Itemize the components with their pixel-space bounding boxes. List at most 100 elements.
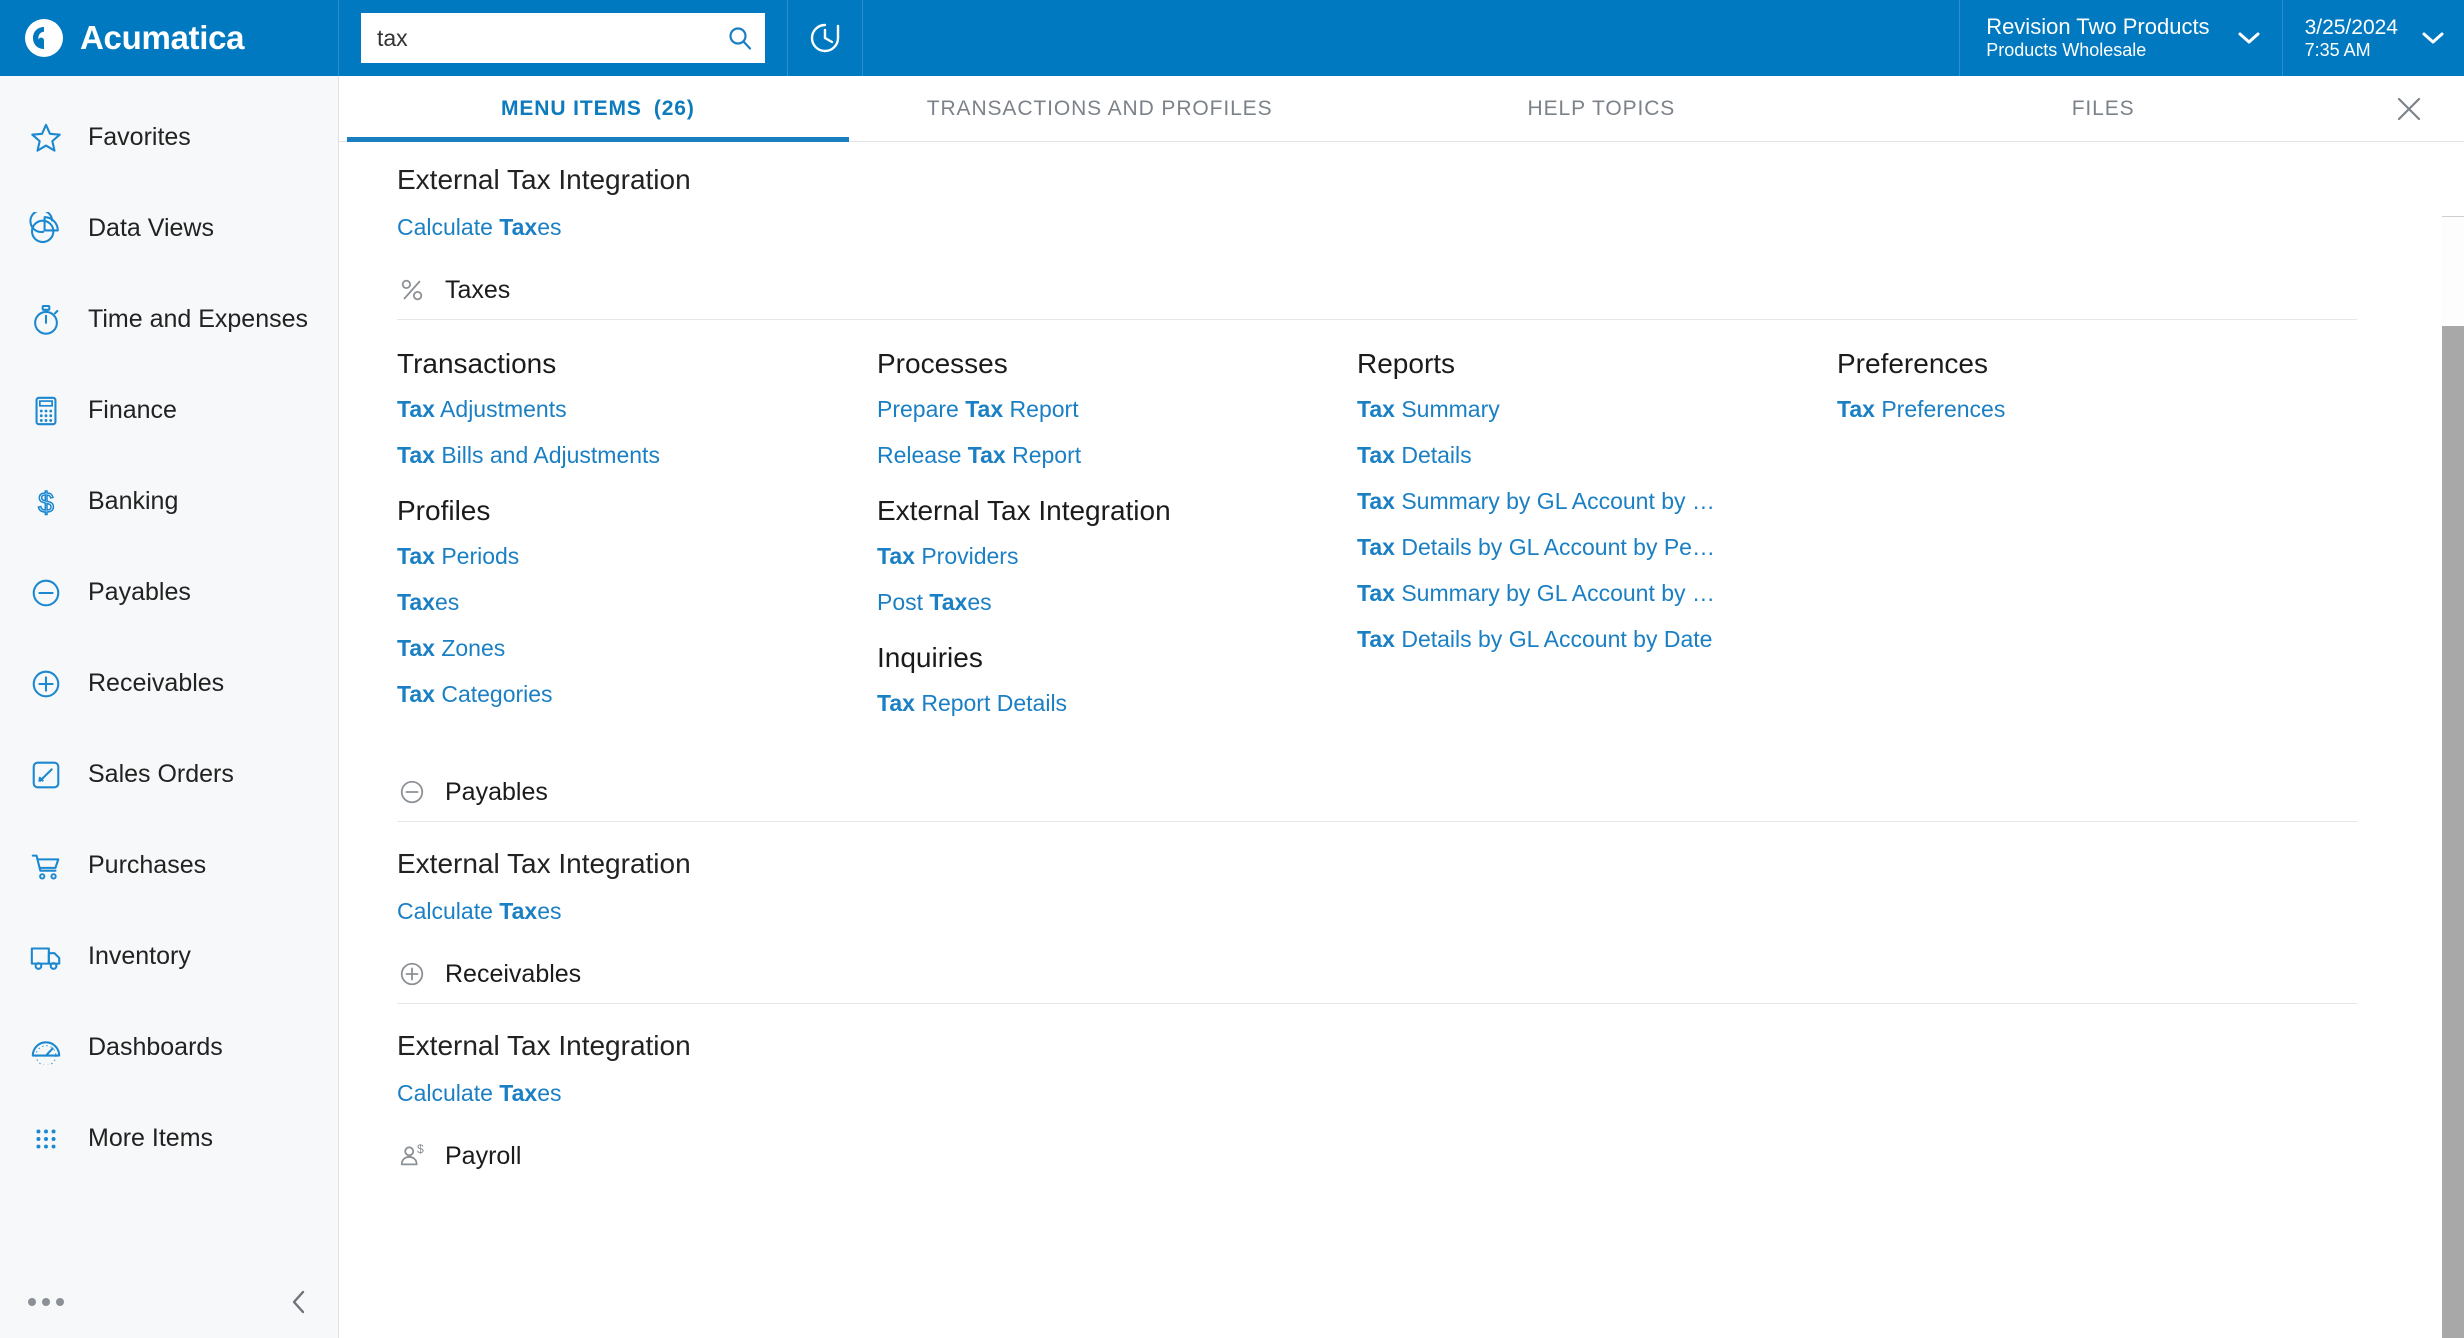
acumatica-app: Acumatica tax Revision Two Products Prod… bbox=[0, 0, 2464, 1338]
sidebar-item-receivables[interactable]: Receivables bbox=[0, 638, 338, 729]
link-match: Tax bbox=[499, 214, 538, 240]
link-match: Tax bbox=[397, 589, 435, 615]
results-column: Preferences Tax Preferences bbox=[1837, 348, 2317, 743]
company-branch: Products Wholesale bbox=[1986, 40, 2147, 61]
result-link-row: Tax Summary by GL Account by … bbox=[1357, 488, 1837, 515]
sidebar-item-finance[interactable]: Finance bbox=[0, 365, 338, 456]
tab-files[interactable]: FILES bbox=[1852, 76, 2354, 141]
current-time: 7:35 AM bbox=[2304, 39, 2371, 60]
clock-history-icon bbox=[807, 20, 843, 56]
tab-help-topics[interactable]: HELP TOPICS bbox=[1351, 76, 1853, 141]
result-link[interactable]: Tax Details by GL Account by Date bbox=[1357, 626, 1787, 653]
sidebar-item-dashboards[interactable]: Dashboards bbox=[0, 1002, 338, 1093]
search-input[interactable] bbox=[377, 24, 727, 52]
link-match: Tax bbox=[397, 396, 435, 422]
result-link[interactable]: Tax Zones bbox=[397, 635, 827, 662]
result-group: Inquiries Tax Report Details bbox=[877, 642, 1357, 717]
result-link-row: Tax Report Details bbox=[877, 690, 1357, 717]
tab-label: HELP TOPICS bbox=[1527, 96, 1676, 120]
sidebar-item-more-items[interactable]: More Items bbox=[0, 1093, 338, 1184]
result-link[interactable]: Tax Report Details bbox=[877, 690, 1307, 717]
result-link[interactable]: Calculate Taxes bbox=[397, 898, 562, 924]
tab-transactions-and-profiles[interactable]: TRANSACTIONS AND PROFILES bbox=[849, 76, 1351, 141]
sidebar-item-label: Payables bbox=[88, 578, 191, 606]
scrollbar-thumb[interactable] bbox=[2442, 216, 2464, 326]
ellipsis-icon[interactable] bbox=[28, 1298, 64, 1306]
tab-label: TRANSACTIONS AND PROFILES bbox=[926, 96, 1273, 120]
link-post: es bbox=[537, 898, 562, 924]
result-link[interactable]: Tax Adjustments bbox=[397, 396, 827, 423]
result-link[interactable]: Tax Summary bbox=[1357, 396, 1787, 423]
result-link[interactable]: Taxes bbox=[397, 589, 827, 616]
sidebar-item-purchases[interactable]: Purchases bbox=[0, 820, 338, 911]
group-heading: Transactions bbox=[397, 348, 557, 379]
app-body: Favorites Data Views Time and Expenses F… bbox=[0, 76, 2464, 1338]
link-post: Details by GL Account by Date bbox=[1394, 626, 1713, 652]
results-block-receivables: External Tax Integration Calculate Taxes bbox=[397, 1030, 2404, 1107]
date-time-selector[interactable]: 3/25/2024 7:35 AM bbox=[2281, 0, 2464, 76]
results-column: Processes Prepare Tax Report Release Tax… bbox=[877, 348, 1357, 743]
chevron-left-icon[interactable] bbox=[288, 1288, 310, 1316]
results-inner: External Tax Integration Calculate Taxes bbox=[339, 142, 2464, 1185]
sidebar-item-sales-orders[interactable]: Sales Orders bbox=[0, 729, 338, 820]
result-link[interactable]: Tax Bills and Adjustments bbox=[397, 442, 827, 469]
close-search-button[interactable] bbox=[2354, 76, 2464, 141]
company-selector[interactable]: Revision Two Products Products Wholesale bbox=[1959, 0, 2281, 76]
result-link[interactable]: Calculate Taxes bbox=[397, 1080, 562, 1106]
sidebar-item-data-views[interactable]: Data Views bbox=[0, 183, 338, 274]
vertical-scrollbar[interactable] bbox=[2442, 142, 2464, 1338]
link-match: Tax bbox=[397, 442, 435, 468]
section-header-receivables: Receivables bbox=[397, 959, 2357, 1004]
current-date: 3/25/2024 bbox=[2304, 15, 2398, 39]
result-link[interactable]: Tax Details by GL Account by Pe… bbox=[1357, 534, 1787, 561]
result-link[interactable]: Tax Summary by GL Account by … bbox=[1357, 488, 1787, 515]
result-link[interactable]: Tax Providers bbox=[877, 543, 1307, 570]
sidebar-item-label: More Items bbox=[88, 1124, 214, 1152]
results-list[interactable]: External Tax Integration Calculate Taxes bbox=[339, 142, 2464, 1338]
group-heading: Profiles bbox=[397, 495, 491, 526]
sidebar-footer bbox=[0, 1274, 338, 1338]
result-link[interactable]: Prepare Tax Report bbox=[877, 396, 1307, 423]
sidebar-item-label: Receivables bbox=[88, 669, 225, 697]
group-heading: Inquiries bbox=[877, 642, 983, 673]
date-time-text: 3/25/2024 7:35 AM bbox=[2305, 15, 2398, 62]
section-header-taxes: Taxes bbox=[397, 275, 2357, 320]
sidebar-item-banking[interactable]: $ Banking bbox=[0, 456, 338, 547]
link-post: Periods bbox=[434, 543, 520, 569]
sidebar-item-time-and-expenses[interactable]: Time and Expenses bbox=[0, 274, 338, 365]
tab-menu-items[interactable]: MENU ITEMS (26) bbox=[347, 76, 849, 142]
link-pre: Calculate bbox=[397, 1080, 500, 1106]
link-pre: Calculate bbox=[397, 898, 500, 924]
sidebar-item-payables[interactable]: Payables bbox=[0, 547, 338, 638]
result-link[interactable]: Calculate Taxes bbox=[397, 214, 562, 240]
brand-area[interactable]: Acumatica bbox=[0, 0, 339, 76]
pencil-square-icon bbox=[28, 757, 64, 793]
link-match: Tax bbox=[499, 898, 538, 924]
result-link[interactable]: Release Tax Report bbox=[877, 442, 1307, 469]
brand-name: Acumatica bbox=[80, 19, 245, 56]
sidebar-item-favorites[interactable]: Favorites bbox=[0, 92, 338, 183]
section-header-payroll: $ Payroll bbox=[397, 1141, 2357, 1185]
result-link[interactable]: Tax Summary by GL Account by … bbox=[1357, 580, 1787, 607]
search-history-button[interactable] bbox=[787, 0, 863, 76]
search-icon[interactable] bbox=[727, 25, 753, 51]
result-link[interactable]: Tax Categories bbox=[397, 681, 827, 708]
link-post: Adjustments bbox=[434, 396, 567, 422]
result-link-row: Tax Bills and Adjustments bbox=[397, 442, 877, 469]
result-link[interactable]: Post Taxes bbox=[877, 589, 1307, 616]
result-link-row: Tax Details by GL Account by Date bbox=[1357, 626, 1837, 653]
search-box[interactable] bbox=[361, 13, 765, 63]
results-tabs: MENU ITEMS (26) TRANSACTIONS AND PROFILE… bbox=[339, 76, 2464, 142]
sidebar-item-inventory[interactable]: Inventory bbox=[0, 911, 338, 1002]
shopping-cart-icon bbox=[28, 848, 64, 884]
link-match: Tax bbox=[397, 543, 435, 569]
result-link-row: Tax Adjustments bbox=[397, 396, 877, 423]
link-match: Tax bbox=[499, 1080, 538, 1106]
sidebar-nav: Favorites Data Views Time and Expenses F… bbox=[0, 76, 338, 1274]
chevron-down-icon bbox=[2236, 30, 2262, 46]
result-link[interactable]: Tax Preferences bbox=[1837, 396, 2267, 423]
result-link[interactable]: Tax Periods bbox=[397, 543, 827, 570]
result-link[interactable]: Tax Details bbox=[1357, 442, 1787, 469]
svg-text:$: $ bbox=[38, 487, 54, 519]
sidebar-item-label: Data Views bbox=[88, 214, 214, 242]
